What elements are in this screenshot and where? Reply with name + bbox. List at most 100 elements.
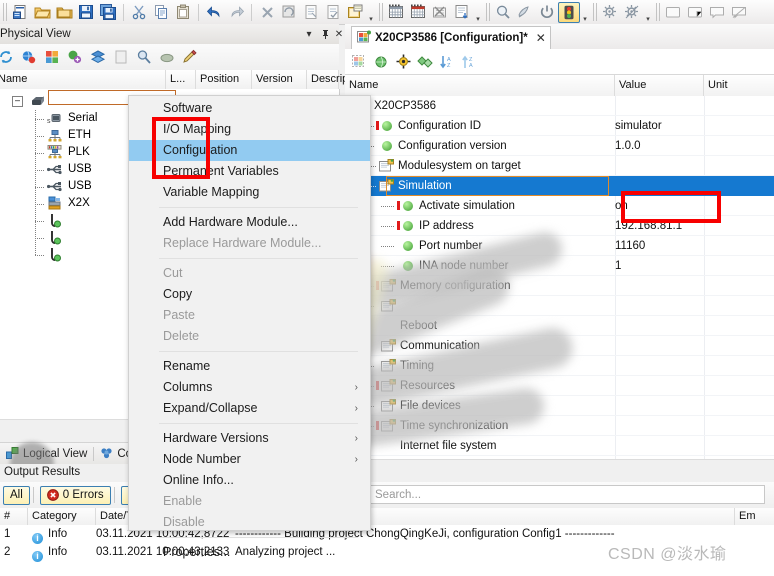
tree-label-x2x[interactable]: X2X [68, 195, 90, 212]
row-label[interactable]: Activate simulation [419, 196, 515, 216]
row-label[interactable]: Communication [400, 336, 480, 356]
table-row[interactable]: Port number 11160 [345, 236, 774, 256]
window-icon[interactable] [662, 2, 684, 23]
row-value[interactable]: 11160 [615, 236, 645, 256]
expander-collapse-icon[interactable]: – [12, 96, 23, 107]
menu-item-variable-mapping[interactable]: Variable Mapping [129, 182, 370, 203]
menu-item-add-hardware-module[interactable]: Add Hardware Module... [129, 212, 370, 233]
row-label[interactable]: Modulesystem on target [398, 156, 521, 176]
tree-label-usb-2[interactable]: USB [68, 178, 92, 195]
toolbar-grip[interactable] [593, 3, 597, 21]
close-icon[interactable]: ✕ [536, 31, 546, 45]
search-input[interactable]: Search... [370, 485, 765, 504]
editor-property-grid[interactable]: X20CP3586 Configuration ID simulator Con… [345, 96, 774, 459]
open-project-icon[interactable] [53, 2, 75, 23]
filter-all-button[interactable]: All [3, 485, 30, 505]
row-label[interactable]: File devices [400, 396, 461, 416]
table-export-icon[interactable] [451, 2, 473, 23]
editor-column-header[interactable]: Name Value Unit [345, 75, 774, 97]
window-split-icon[interactable] [684, 2, 706, 23]
column-header-description[interactable]: Descript [307, 70, 351, 89]
tree-label-plk[interactable]: PLK [68, 144, 90, 161]
menu-item-rename[interactable]: Rename [129, 356, 370, 377]
column-header-level[interactable]: L... [166, 70, 196, 89]
undo-icon[interactable] [203, 2, 225, 23]
new-config-icon[interactable] [348, 51, 370, 73]
row-label[interactable]: Port number [419, 236, 482, 256]
row-value[interactable]: 1 [615, 256, 621, 276]
sort-az-icon[interactable]: AZ [436, 51, 458, 73]
output-results-toolbar[interactable]: All 0 Errors Search... [0, 482, 774, 509]
row-label[interactable]: Configuration version [398, 136, 507, 156]
pin-icon[interactable] [318, 27, 332, 41]
column-header-category[interactable]: Category [28, 508, 96, 525]
tree-label-eth[interactable]: ETH [68, 127, 91, 144]
table-row[interactable]: Configuration version 1.0.0 [345, 136, 774, 156]
row-label[interactable]: Internet file system [400, 436, 497, 456]
find-object-icon[interactable] [492, 2, 514, 23]
overflow-icon[interactable]: ▾ [366, 2, 376, 23]
table-insert-icon[interactable] [385, 2, 407, 23]
table-row[interactable]: + [345, 296, 774, 316]
save-icon[interactable] [75, 2, 97, 23]
close-icon[interactable]: ✕ [332, 27, 346, 41]
table-row[interactable]: X20CP3586 [345, 96, 774, 116]
table-row[interactable]: Configuration ID simulator [345, 116, 774, 136]
compare-icon[interactable] [414, 51, 436, 73]
cut-icon[interactable] [128, 2, 150, 23]
toolbar-grip[interactable] [656, 3, 660, 21]
table-row[interactable]: Timing [345, 356, 774, 376]
table-row[interactable]: + Reboot [345, 316, 774, 336]
globe-icon[interactable] [17, 46, 40, 68]
table-row[interactable]: + Resources [345, 376, 774, 396]
row-label[interactable]: Timing [400, 356, 434, 376]
menu-item-online-info[interactable]: Online Info... [129, 470, 370, 491]
transfer-icon[interactable] [344, 2, 366, 23]
open-folder-icon[interactable] [31, 2, 53, 23]
menu-item-copy[interactable]: Copy [129, 284, 370, 305]
toolbar-grip[interactable] [379, 3, 383, 21]
tree-label-usb-1[interactable]: USB [68, 161, 92, 178]
diagnose-icon[interactable] [514, 2, 536, 23]
physical-view-toolbar[interactable] [0, 44, 339, 71]
gear-debug-stop-icon[interactable] [621, 2, 643, 23]
table-row[interactable]: + Memory configuration [345, 276, 774, 296]
menu-item-node-number[interactable]: Node Number › [129, 449, 370, 470]
overflow-icon[interactable]: ▾ [643, 2, 653, 23]
filter-errors-button[interactable]: 0 Errors [39, 485, 111, 505]
globe-small-icon[interactable] [370, 51, 392, 73]
column-header-name[interactable]: Name [0, 70, 166, 89]
column-header-version[interactable]: Version [252, 70, 307, 89]
search-node-icon[interactable] [132, 46, 155, 68]
table-row[interactable]: + Time synchronization [345, 416, 774, 436]
overflow-icon[interactable]: ▾ [580, 2, 590, 23]
row-label[interactable]: Configuration ID [398, 116, 481, 136]
column-header-position[interactable]: Position [196, 70, 252, 89]
add-config-icon[interactable] [63, 46, 86, 68]
row-label[interactable]: X20CP3586 [374, 96, 436, 116]
rebuild-icon[interactable] [278, 2, 300, 23]
physical-view-column-header[interactable]: Name L... Position Version Descript [0, 70, 351, 90]
menu-item-properties[interactable]: Properties... [129, 542, 370, 563]
menu-item-columns[interactable]: Columns › [129, 377, 370, 398]
toolbar-grip[interactable] [3, 3, 7, 21]
table-delete-icon[interactable] [429, 2, 451, 23]
refresh-icon[interactable] [0, 46, 17, 68]
save-all-icon[interactable] [97, 2, 119, 23]
tree-label-serial[interactable]: Serial [68, 110, 97, 127]
table-row[interactable]: INA node number 1 [345, 256, 774, 276]
redo-icon[interactable] [225, 2, 247, 23]
sort-za-icon[interactable]: ZA [458, 51, 480, 73]
overflow-icon[interactable]: ▾ [473, 2, 483, 23]
copy-icon[interactable] [150, 2, 172, 23]
row-label[interactable]: Memory configuration [400, 276, 511, 296]
row-label[interactable]: Reboot [400, 316, 437, 336]
row-label[interactable]: Time synchronization [400, 416, 508, 436]
page-icon[interactable] [109, 46, 132, 68]
compass-icon[interactable] [392, 51, 414, 73]
editor-toolbar[interactable]: AZ ZA [345, 49, 774, 75]
cloud-icon[interactable] [155, 46, 178, 68]
traffic-light-icon[interactable] [558, 1, 580, 23]
column-header-number[interactable]: # [0, 508, 28, 525]
table-row[interactable]: Communication [345, 336, 774, 356]
